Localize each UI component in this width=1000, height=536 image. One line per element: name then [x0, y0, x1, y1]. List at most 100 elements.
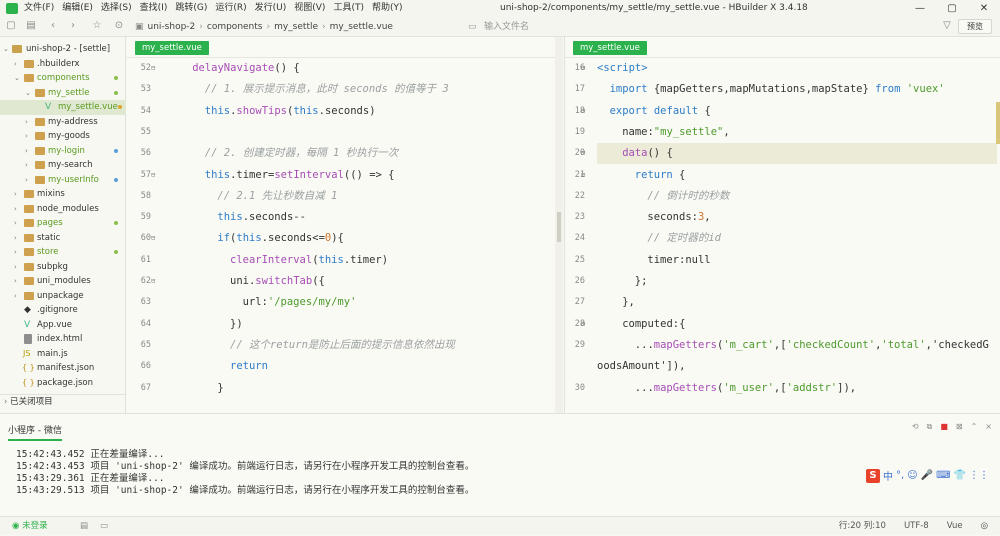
menu-goto[interactable]: 跳转(G)	[175, 0, 207, 17]
code-line: // 这个return是防止后面的提示信息依然出现	[230, 338, 455, 351]
preview-button[interactable]: 预览	[958, 19, 992, 34]
left-editor-scrollbar[interactable]	[555, 37, 563, 413]
menu-run[interactable]: 运行(R)	[215, 0, 246, 17]
ime-chinese-icon[interactable]: 中	[883, 468, 893, 483]
tree-item-my-settle-vue[interactable]: V my_settle.vue	[0, 100, 126, 115]
closed-projects-section[interactable]: › 已关闭项目	[0, 394, 126, 408]
maximize-button[interactable]: ▢	[936, 0, 968, 17]
vue-file-icon: V	[45, 102, 52, 112]
left-editor-pane[interactable]: my_settle.vue 52 ⊟ 53 54 55 56 57 ⊟ 58 59 60 ⊟ 61 62 ⊟…	[127, 37, 555, 413]
fold-toggle-icon[interactable]: ⊟	[151, 277, 155, 285]
ime-voice-icon[interactable]: 🎤	[921, 470, 933, 481]
status-bar: ◉ 未登录 ▤ ▭ 行:20 列:10 UTF-8 Vue ◎	[0, 516, 1000, 535]
ime-emoji-icon[interactable]: ☺	[907, 470, 917, 481]
tree-item-unpackage[interactable]: › unpackage	[0, 289, 126, 304]
tree-item-my-userinfo[interactable]: › my-userInfo	[0, 173, 126, 188]
save-icon[interactable]: ▤	[24, 20, 38, 31]
line-number: 29	[574, 339, 585, 350]
minimize-button[interactable]: —	[904, 0, 936, 17]
breadcrumb-item[interactable]: my_settle	[274, 22, 318, 32]
menu-find[interactable]: 查找(I)	[140, 0, 168, 17]
copy-icon[interactable]: ⧉	[927, 422, 933, 432]
tree-item-index-html[interactable]: index.html	[0, 332, 126, 347]
fold-toggle-icon[interactable]: ⊟	[581, 107, 585, 115]
menu-edit[interactable]: 编辑(E)	[62, 0, 93, 17]
project-folder-icon	[12, 45, 22, 53]
stop-icon[interactable]: ■	[940, 422, 948, 432]
tree-item-main-js[interactable]: JS main.js	[0, 347, 126, 362]
tree-item-project-root[interactable]: ⌄ uni-shop-2 - [settle]	[0, 42, 126, 57]
tree-item-pages[interactable]: › pages	[0, 216, 126, 231]
right-editor-pane[interactable]: my_settle.vue 16 ⊟ 17 18 ⊟ 19 20 ⊟ 21 ⊟ 22 23 24 25 26…	[564, 37, 1000, 413]
ime-toolbar[interactable]: S 中 °, ☺ 🎤 ⌨ 👕 ⋮⋮	[866, 468, 989, 483]
bell-icon[interactable]: ◎	[981, 517, 988, 536]
fold-toggle-icon[interactable]: ⊟	[151, 64, 155, 72]
close-panel-icon[interactable]: ⨯	[985, 422, 992, 432]
tree-item-store[interactable]: › store	[0, 245, 126, 260]
tree-item-hbuilderx[interactable]: › .hbuilderx	[0, 57, 126, 72]
code-line: clearInterval(this.timer)	[230, 253, 389, 266]
menu-bar: 文件(F) 编辑(E) 选择(S) 查找(I) 跳转(G) 运行(R) 发行(U…	[24, 0, 403, 17]
fold-toggle-icon[interactable]: ⊟	[151, 171, 155, 179]
menu-publish[interactable]: 发行(U)	[255, 0, 287, 17]
fold-toggle-icon[interactable]: ⊟	[581, 149, 585, 157]
fold-toggle-icon[interactable]: ⊟	[581, 64, 585, 72]
tree-item-my-login[interactable]: › my-login	[0, 144, 126, 159]
tree-item-my-search[interactable]: › my-search	[0, 158, 126, 173]
tree-item-app-vue[interactable]: V App.vue	[0, 318, 126, 333]
filter-icon[interactable]: ▽	[940, 20, 954, 31]
tree-item-uni-modules[interactable]: › uni_modules	[0, 274, 126, 289]
menu-file[interactable]: 文件(F)	[24, 0, 54, 17]
fold-toggle-icon[interactable]: ⊟	[581, 171, 585, 179]
breadcrumb-item[interactable]: my_settle.vue	[330, 22, 393, 32]
menu-view[interactable]: 视图(V)	[294, 0, 325, 17]
cursor-position[interactable]: 行:20 列:10	[839, 517, 886, 536]
ime-menu-icon[interactable]: ⋮⋮	[969, 470, 989, 481]
fold-toggle-icon[interactable]: ⊟	[581, 320, 585, 328]
refresh-icon[interactable]: ⟲	[912, 422, 919, 432]
ime-keyboard-icon[interactable]: ⌨	[936, 470, 950, 481]
console-log-line: 15:43:29.513 项目 'uni-shop-2' 编译成功。前端运行日志…	[16, 485, 475, 496]
tree-item-manifest-json[interactable]: { } manifest.json	[0, 361, 126, 376]
tree-item-gitignore[interactable]: ◆ .gitignore	[0, 303, 126, 318]
tree-item-node-modules[interactable]: › node_modules	[0, 202, 126, 217]
tree-item-my-settle-folder[interactable]: ⌄ my_settle	[0, 86, 126, 101]
tree-item-my-address[interactable]: › my-address	[0, 115, 126, 130]
tree-item-package-json[interactable]: { } package.json	[0, 376, 126, 391]
forward-icon[interactable]: ›	[66, 20, 80, 31]
language-mode[interactable]: Vue	[947, 517, 963, 536]
tree-item-components[interactable]: ⌄ components	[0, 71, 126, 86]
editor-tab-my-settle-vue[interactable]: my_settle.vue	[135, 41, 209, 55]
editor-tab-my-settle-vue[interactable]: my_settle.vue	[573, 41, 647, 55]
breadcrumb-item[interactable]: uni-shop-2	[148, 22, 196, 32]
menu-tools[interactable]: 工具(T)	[333, 0, 364, 17]
fold-toggle-icon[interactable]: ⊟	[151, 234, 155, 242]
console-tab-title[interactable]: 小程序 - 微信	[8, 423, 62, 441]
collapse-icon[interactable]: ⌃	[971, 422, 978, 432]
tree-item-my-goods[interactable]: › my-goods	[0, 129, 126, 144]
code-line: })	[230, 317, 243, 330]
favorite-star-icon[interactable]: ☆	[90, 20, 104, 31]
close-button[interactable]: ✕	[968, 0, 1000, 17]
tree-item-label: my-goods	[48, 131, 90, 141]
breadcrumb-item[interactable]: components	[207, 22, 263, 32]
layout-icon[interactable]: ▤	[80, 517, 88, 536]
tree-item-static[interactable]: › static	[0, 231, 126, 246]
terminal-icon[interactable]: ▭	[100, 517, 108, 536]
ime-punctuation-icon[interactable]: °,	[896, 470, 904, 481]
file-search-input[interactable]: ▭ 输入文件名	[466, 19, 956, 35]
new-file-icon[interactable]: ▢	[4, 20, 18, 31]
back-icon[interactable]: ‹	[46, 20, 60, 31]
clear-icon[interactable]: ⊠	[956, 422, 963, 432]
ime-skin-icon[interactable]: 👕	[954, 470, 966, 481]
file-encoding[interactable]: UTF-8	[904, 517, 929, 536]
scrollbar-thumb[interactable]	[996, 102, 1000, 144]
tree-item-subpkg[interactable]: › subpkg	[0, 260, 126, 275]
title-bar: 文件(F) 编辑(E) 选择(S) 查找(I) 跳转(G) 运行(R) 发行(U…	[0, 0, 1000, 17]
login-status[interactable]: ◉ 未登录	[12, 517, 48, 536]
scrollbar-thumb[interactable]	[557, 212, 561, 242]
tree-item-mixins[interactable]: › mixins	[0, 187, 126, 202]
menu-help[interactable]: 帮助(Y)	[372, 0, 403, 17]
menu-select[interactable]: 选择(S)	[101, 0, 132, 17]
run-icon[interactable]: ⊙	[112, 20, 126, 31]
